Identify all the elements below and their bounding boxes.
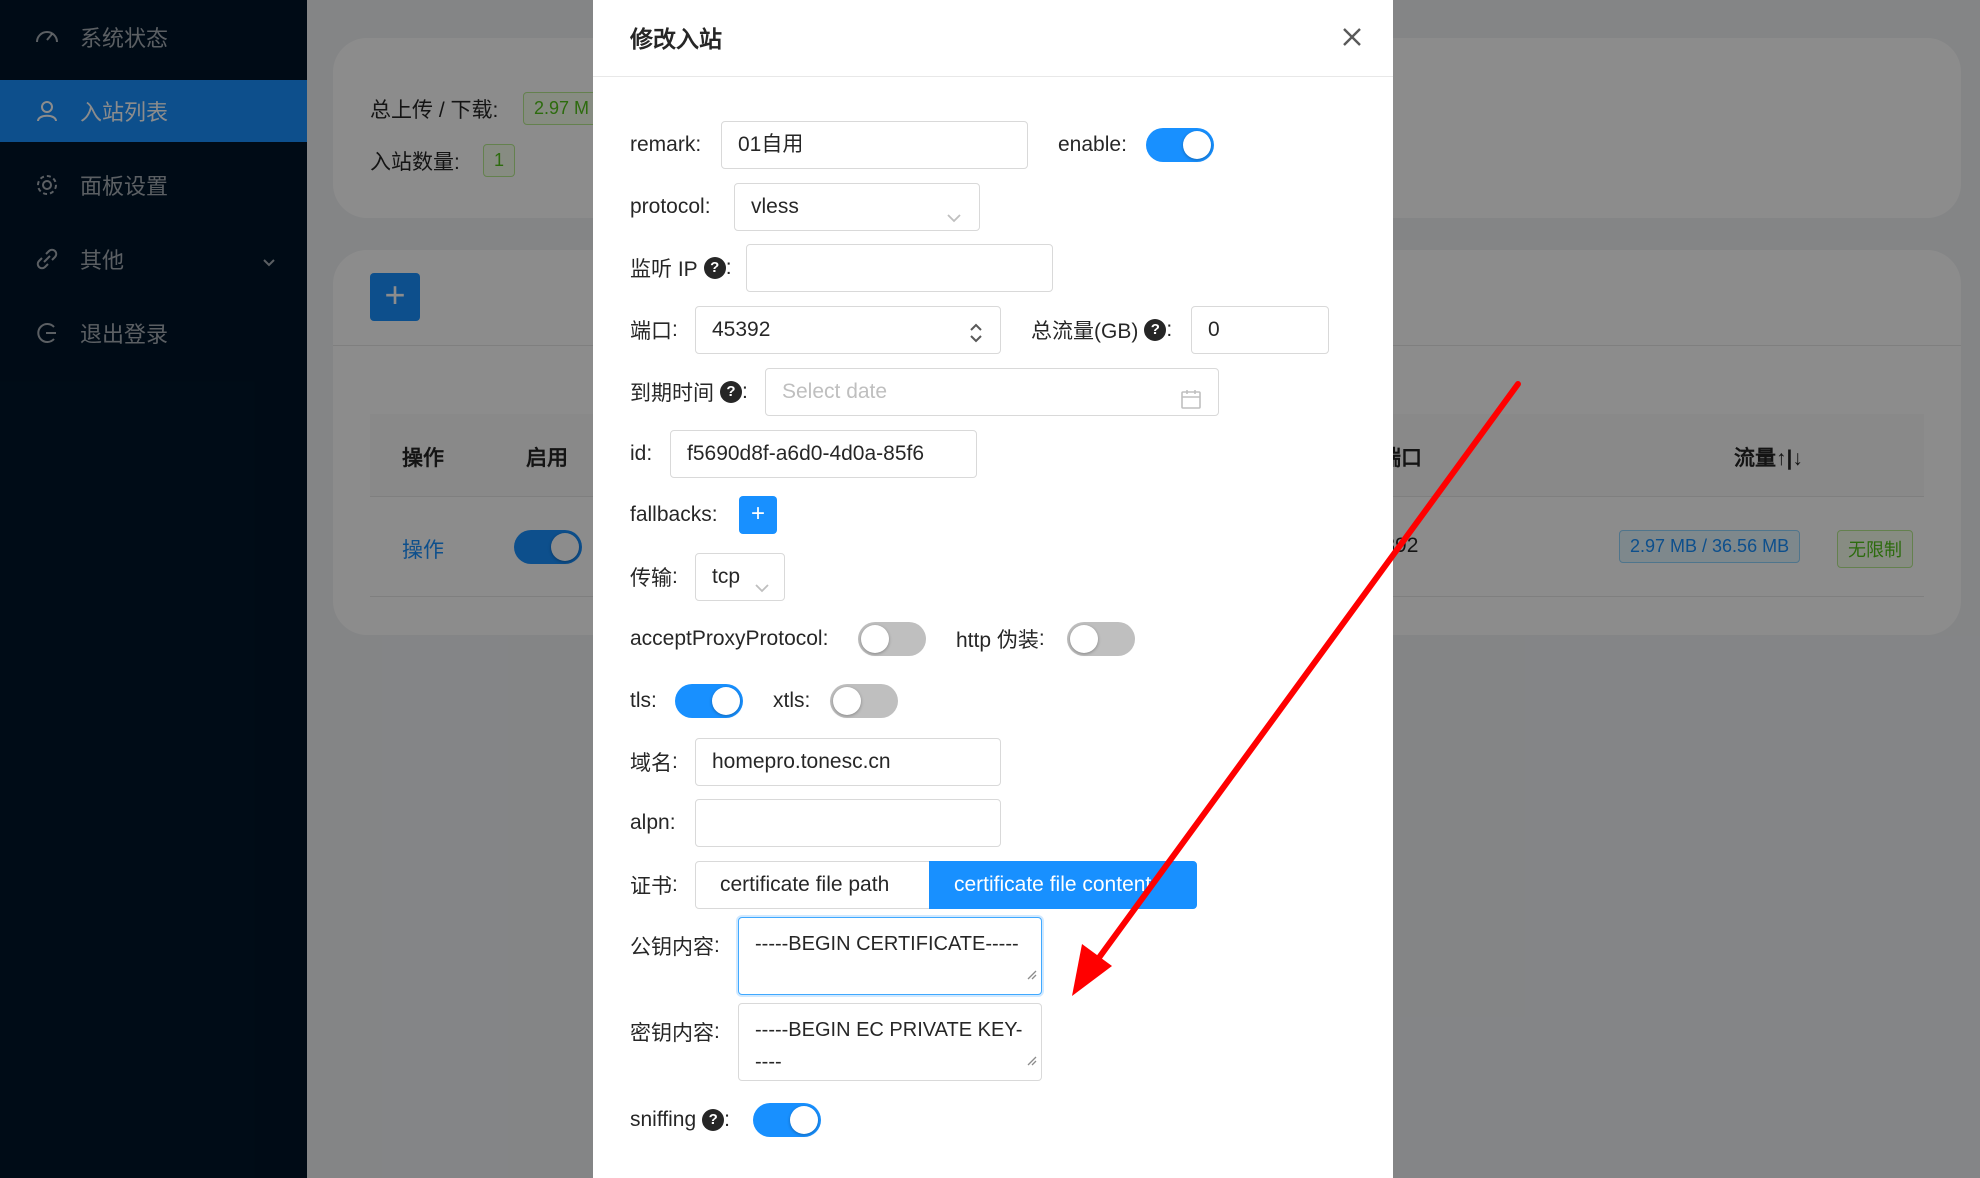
annotation-arrow-icon: [1072, 381, 1521, 996]
